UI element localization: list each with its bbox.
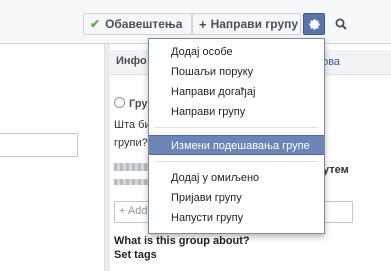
menu-item-create-event[interactable]: Направи догађај [149, 82, 324, 102]
menu-divider [155, 161, 318, 162]
menu-item-edit-group-settings[interactable]: Измени подешавања групе [149, 135, 324, 155]
about-heading[interactable]: What is this group about? [114, 235, 250, 247]
set-tags-link[interactable]: Set tags [114, 249, 157, 261]
menu-item-add-people[interactable]: Додај особе [149, 42, 324, 62]
settings-button[interactable] [303, 13, 325, 35]
search-button[interactable] [329, 13, 353, 35]
notifications-label: Обавештења [105, 17, 183, 31]
notifications-button[interactable]: ✔ Обавештења [83, 13, 192, 35]
group-heading-row: Гру [114, 97, 148, 110]
menu-item-send-message[interactable]: Пошаљи поруку [149, 62, 324, 82]
menu-item-leave-group[interactable]: Напусти групу [149, 208, 324, 228]
create-group-label: Направи групу [210, 17, 299, 31]
group-description-line1: Шта би [114, 119, 151, 131]
search-icon [335, 18, 347, 30]
group-heading: Гру [129, 98, 148, 110]
menu-item-report-group[interactable]: Пријави групу [149, 188, 324, 208]
side-label: утем [323, 164, 349, 176]
menu-divider [155, 127, 318, 128]
check-icon: ✔ [90, 17, 101, 31]
create-group-button[interactable]: + Направи групу [192, 13, 301, 35]
menu-item-add-to-favorites[interactable]: Додај у омиљено [149, 168, 324, 188]
left-column [0, 44, 105, 271]
settings-dropdown-menu: Додај особе Пошаљи поруку Направи догађа… [148, 38, 325, 234]
group-description-line2: групи? [114, 137, 148, 149]
plus-icon: + [199, 16, 207, 32]
blurred-text [114, 179, 152, 185]
menu-item-create-group[interactable]: Направи групу [149, 102, 324, 122]
tab-info[interactable]: Инфо [116, 55, 147, 67]
gear-icon [308, 18, 320, 30]
lock-icon [114, 97, 125, 108]
left-text-input[interactable] [0, 133, 78, 157]
